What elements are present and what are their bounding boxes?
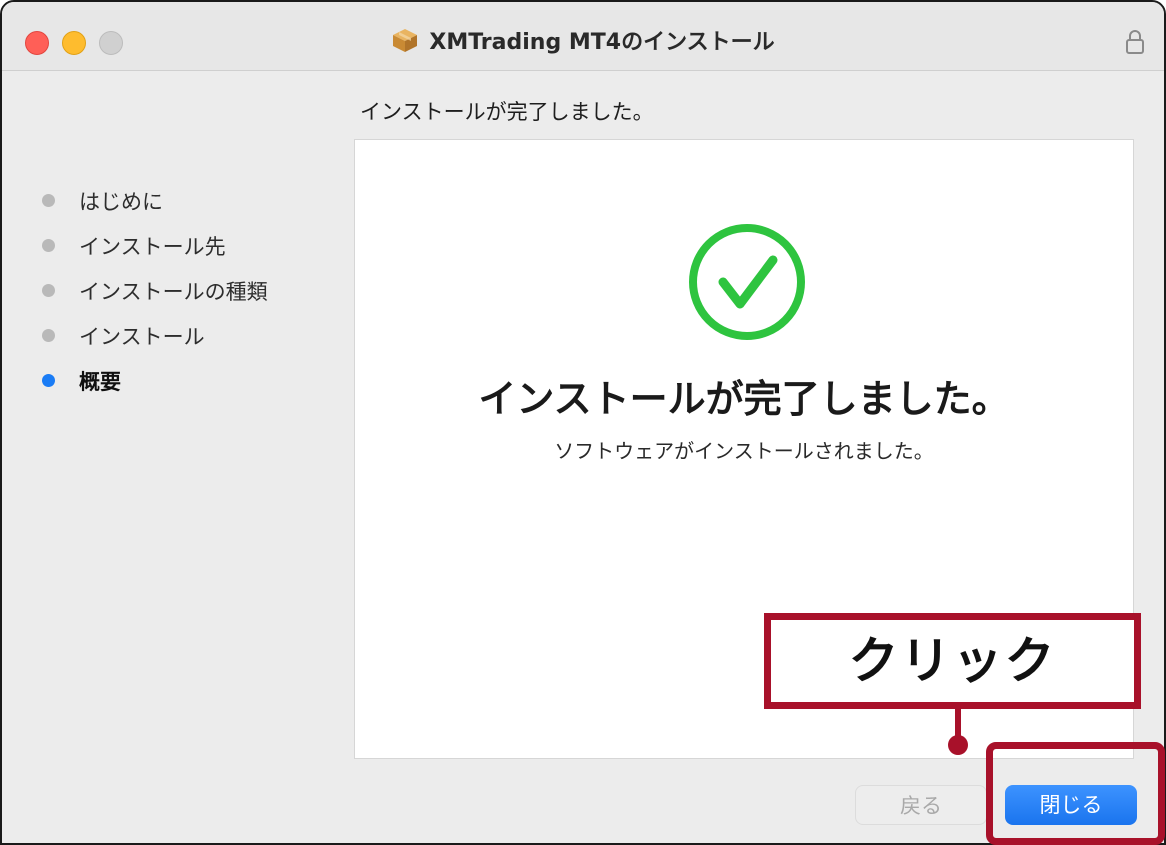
window-title: XMTrading MT4のインストール bbox=[429, 30, 775, 55]
title-wrap: XMTrading MT4のインストール bbox=[2, 24, 1164, 57]
step-dot bbox=[42, 194, 55, 207]
package-icon bbox=[393, 29, 418, 52]
step-dot bbox=[42, 329, 55, 342]
sidebar-item-label: はじめに bbox=[79, 189, 163, 214]
sidebar-item-label: 概要 bbox=[79, 369, 121, 394]
installer-window: XMTrading MT4のインストール はじめに インストール先 インストール… bbox=[0, 0, 1166, 845]
sidebar-item-label: インストールの種類 bbox=[79, 279, 268, 304]
click-callout: クリック bbox=[764, 613, 1141, 709]
step-dot-active bbox=[42, 374, 55, 387]
close-button-highlight bbox=[986, 742, 1165, 845]
sidebar-item-install-type: インストールの種類 bbox=[42, 268, 268, 313]
page-header: インストールが完了しました。 bbox=[360, 100, 654, 124]
sidebar-item-installation: インストール bbox=[42, 313, 268, 358]
lock-icon bbox=[1126, 30, 1144, 54]
sidebar-item-label: インストール bbox=[79, 324, 205, 349]
step-dot bbox=[42, 239, 55, 252]
callout-dot bbox=[948, 735, 968, 755]
title-bar: XMTrading MT4のインストール bbox=[2, 2, 1164, 71]
checkmark-circle-icon bbox=[689, 224, 805, 340]
step-dot bbox=[42, 284, 55, 297]
sidebar-item-destination: インストール先 bbox=[42, 223, 268, 268]
sidebar-item-summary: 概要 bbox=[42, 358, 268, 403]
completion-message: ソフトウェアがインストールされました。 bbox=[554, 439, 934, 463]
sidebar-item-introduction: はじめに bbox=[42, 178, 268, 223]
completion-headline: インストールが完了しました。 bbox=[478, 377, 1010, 421]
sidebar-item-label: インストール先 bbox=[79, 234, 226, 259]
steps-sidebar: はじめに インストール先 インストールの種類 インストール 概要 bbox=[42, 178, 268, 403]
back-button[interactable]: 戻る bbox=[855, 785, 987, 825]
title-inner: XMTrading MT4のインストール bbox=[391, 24, 775, 56]
